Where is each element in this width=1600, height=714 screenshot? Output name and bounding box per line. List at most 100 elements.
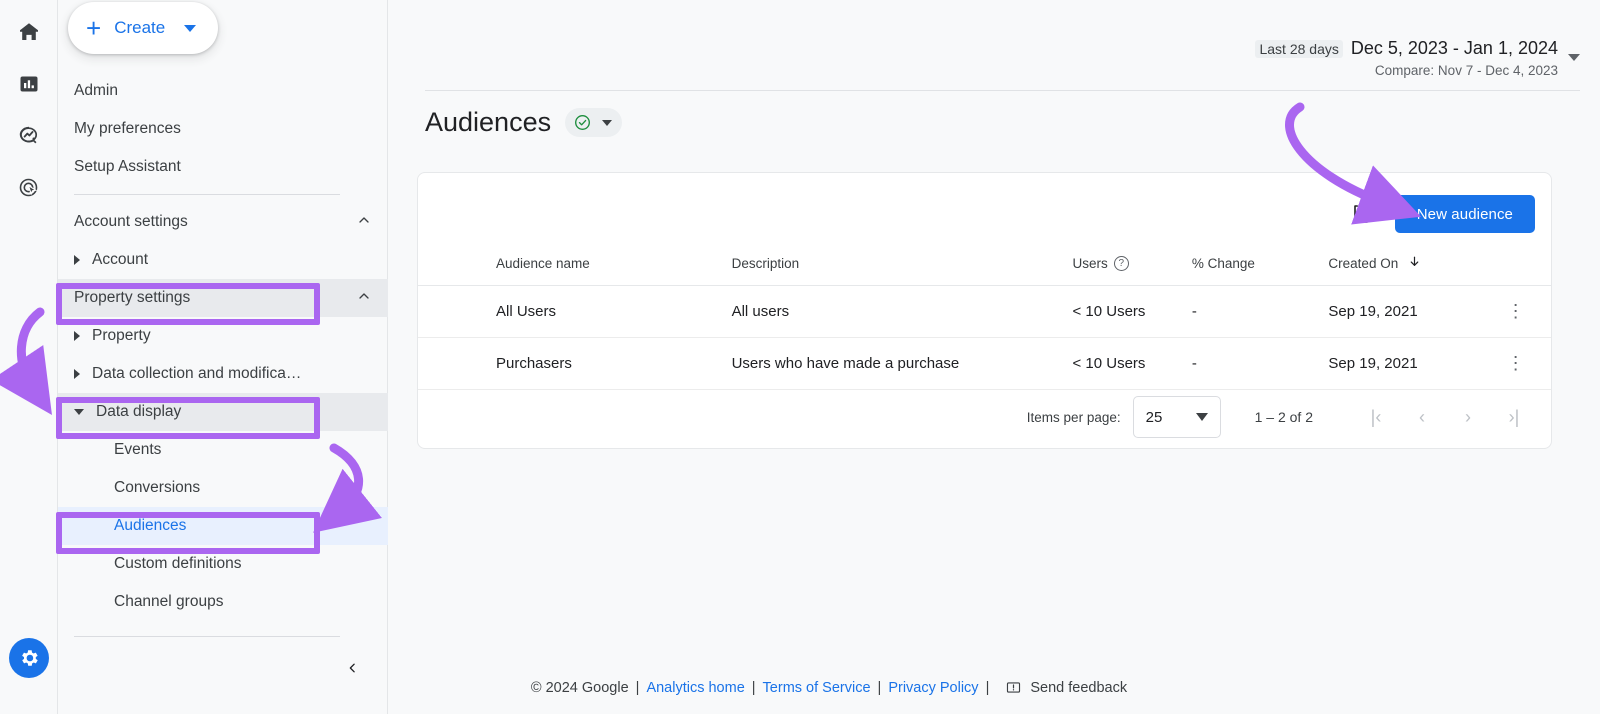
footer-link-privacy-policy[interactable]: Privacy Policy xyxy=(888,680,978,696)
sidebar-item-channel-groups[interactable]: Channel groups xyxy=(58,583,388,621)
sidebar-item-conversions[interactable]: Conversions xyxy=(58,469,388,507)
create-button-label: Create xyxy=(114,18,166,37)
date-range-preset: Last 28 days xyxy=(1255,40,1343,58)
first-page-button[interactable]: |‹ xyxy=(1353,397,1399,437)
table-row[interactable]: All Users All users < 10 Users - Sep 19,… xyxy=(418,285,1551,338)
reports-icon[interactable] xyxy=(7,62,51,106)
col-created-on[interactable]: Created On xyxy=(1328,245,1481,286)
home-icon[interactable] xyxy=(7,10,51,54)
cell-audience-name[interactable]: Purchasers xyxy=(418,337,732,390)
chevron-down-icon[interactable] xyxy=(1568,54,1580,61)
footer-separator: | xyxy=(751,679,756,696)
more-options-icon[interactable]: ⋮ xyxy=(1507,301,1525,321)
cell-created-on: Sep 19, 2021 xyxy=(1328,285,1481,338)
col-percent-change[interactable]: % Change xyxy=(1191,245,1329,286)
help-icon[interactable]: ? xyxy=(1113,255,1129,271)
sidebar-bottom-divider xyxy=(74,636,340,637)
footer-link-terms-of-service[interactable]: Terms of Service xyxy=(763,680,871,696)
sidebar-item-label: Account xyxy=(92,251,149,268)
new-audience-button[interactable]: New audience xyxy=(1394,195,1535,233)
date-range-selector[interactable]: Last 28 days Dec 5, 2023 - Jan 1, 2024 Co… xyxy=(1255,38,1580,78)
check-circle-icon xyxy=(575,115,591,130)
download-icon-glyph xyxy=(1353,205,1368,223)
create-button[interactable]: + Create xyxy=(68,2,219,54)
table-head: Audience name Description Users ? % Chan… xyxy=(418,245,1551,286)
reports-icon-glyph xyxy=(20,76,37,92)
gear-icon-glyph xyxy=(21,650,38,666)
date-range-text: Last 28 days Dec 5, 2023 - Jan 1, 2024 Co… xyxy=(1255,38,1558,78)
footer-separator: | xyxy=(985,679,990,696)
cell-percent-change: - xyxy=(1191,285,1329,338)
sidebar-item-data-collection[interactable]: Data collection and modifica… xyxy=(58,355,388,393)
col-users-label: Users xyxy=(1072,255,1108,271)
sidebar-item-my-preferences[interactable]: My preferences xyxy=(58,110,388,148)
footer-link-analytics-home[interactable]: Analytics home xyxy=(646,680,744,696)
row-actions-cell: ⋮ xyxy=(1480,337,1551,390)
advertising-icon[interactable] xyxy=(7,166,51,210)
highlight-box-property-settings xyxy=(56,283,320,325)
cell-description: All users xyxy=(731,285,1071,338)
explore-icon-glyph xyxy=(19,126,37,144)
sidebar-item-label: Events xyxy=(114,441,162,458)
footer-separator: | xyxy=(635,679,640,696)
sidebar-item-label: Setup Assistant xyxy=(74,158,181,175)
property-status-chip[interactable] xyxy=(565,108,623,137)
admin-sidebar: + Create Admin My preferences Setup Assi… xyxy=(58,0,388,714)
download-icon[interactable] xyxy=(1349,202,1373,226)
chevron-up-icon xyxy=(356,212,372,233)
plus-icon: + xyxy=(86,13,102,43)
last-page-button[interactable]: ›| xyxy=(1491,397,1537,437)
sidebar-item-account[interactable]: Account xyxy=(58,241,388,279)
chevron-up-icon xyxy=(356,288,372,309)
cell-audience-name[interactable]: All Users xyxy=(418,285,732,338)
col-audience-name[interactable]: Audience name xyxy=(418,245,732,286)
chevron-down-icon xyxy=(602,119,613,126)
triangle-right-icon xyxy=(74,255,80,265)
home-icon-glyph xyxy=(19,23,38,40)
header-divider xyxy=(425,90,1580,91)
main-content: Last 28 days Dec 5, 2023 - Jan 1, 2024 Co… xyxy=(389,0,1600,714)
highlight-box-audiences xyxy=(56,512,320,554)
admin-gear-icon[interactable] xyxy=(8,638,49,678)
footer-copyright: © 2024 Google xyxy=(530,679,629,696)
col-created-on-label: Created On xyxy=(1328,256,1399,271)
explore-icon[interactable] xyxy=(7,114,51,158)
sidebar-item-account-settings[interactable]: Account settings xyxy=(58,203,388,241)
send-feedback-button[interactable]: Send feedback xyxy=(1005,679,1127,696)
table-row[interactable]: Purchasers Users who have made a purchas… xyxy=(418,337,1551,390)
next-page-button[interactable]: › xyxy=(1445,397,1491,437)
sidebar-item-label: Property xyxy=(92,327,151,344)
page-title: Audiences xyxy=(425,107,552,137)
sidebar-item-admin[interactable]: Admin xyxy=(58,72,388,110)
audiences-card: New audience Audience name Description U… xyxy=(417,172,1552,449)
card-actions: New audience xyxy=(1349,195,1535,233)
sidebar-item-label: Account settings xyxy=(74,213,188,230)
items-per-page-label: Items per page: xyxy=(1026,409,1121,425)
row-actions-cell: ⋮ xyxy=(1480,285,1551,338)
page-title-row: Audiences xyxy=(425,107,623,138)
cell-created-on: Sep 19, 2021 xyxy=(1328,337,1481,390)
cell-users: < 10 Users xyxy=(1070,285,1192,338)
chevron-down-icon xyxy=(184,24,197,32)
audiences-table: Audience name Description Users ? % Chan… xyxy=(418,245,1551,390)
col-users[interactable]: Users ? xyxy=(1070,245,1192,286)
previous-page-button[interactable]: ‹ xyxy=(1399,397,1445,437)
triangle-right-icon xyxy=(74,369,80,379)
items-per-page-select[interactable]: 25 xyxy=(1132,396,1221,438)
sidebar-item-setup-assistant[interactable]: Setup Assistant xyxy=(58,148,388,186)
table-pagination: Items per page: 25 1 – 2 of 2 |‹ ‹ › ›| xyxy=(418,396,1551,438)
more-options-icon[interactable]: ⋮ xyxy=(1507,353,1525,373)
col-description[interactable]: Description xyxy=(731,245,1071,286)
left-icon-rail xyxy=(0,0,58,714)
footer-separator: | xyxy=(877,679,882,696)
sidebar-item-label: My preferences xyxy=(74,120,181,137)
triangle-right-icon xyxy=(74,331,80,341)
advertising-icon-glyph xyxy=(19,178,37,197)
sidebar-item-label: Channel groups xyxy=(114,593,224,610)
sort-descending-icon xyxy=(1408,256,1421,271)
cell-description: Users who have made a purchase xyxy=(731,337,1071,390)
page-footer: © 2024 Google | Analytics home | Terms o… xyxy=(58,679,1600,696)
items-per-page-value: 25 xyxy=(1145,408,1163,426)
feedback-icon xyxy=(1007,682,1021,693)
table-body: All Users All users < 10 Users - Sep 19,… xyxy=(418,285,1551,390)
